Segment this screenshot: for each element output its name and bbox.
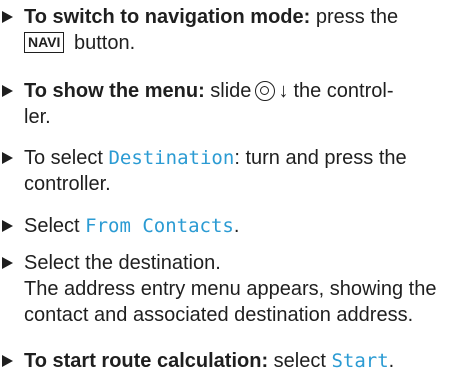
triangle-bullet-icon	[2, 85, 13, 97]
triangle-bullet-icon	[2, 220, 13, 232]
menu-item-from-contacts: From Contacts	[85, 215, 234, 237]
triangle-bullet-icon	[2, 355, 13, 367]
menu-item-destination: Destination	[108, 147, 235, 169]
instruction-list: To switch to navigation mode: press the N…	[0, 0, 468, 386]
step-text: To switch to navigation mode: press the N…	[24, 6, 399, 54]
navi-key: NAVI	[24, 32, 65, 53]
step-navigation-mode: To switch to navigation mode: press the N…	[0, 4, 462, 56]
slide-down-arrow-icon: ↓	[278, 80, 289, 102]
step-select-destination: To select Destination: turn and press th…	[0, 145, 462, 197]
step-text: To start route calculation: select Start…	[24, 350, 395, 372]
step-show-menu: To show the menu: slide ↓ the control-ler.	[0, 78, 462, 130]
controller-knob-icon	[255, 81, 276, 101]
triangle-bullet-icon	[2, 11, 13, 23]
step-text: Select From Contacts.	[24, 215, 240, 237]
menu-item-start: Start	[331, 350, 389, 372]
step-select-destination-entry: Select the destination. The address entry…	[0, 250, 462, 328]
step-text: Select the destination. The address entry…	[24, 252, 437, 326]
step-start-route: To start route calculation: select Start…	[0, 348, 462, 374]
triangle-bullet-icon	[2, 257, 13, 269]
step-text: To select Destination: turn and press th…	[24, 147, 407, 195]
triangle-bullet-icon	[2, 152, 13, 164]
result-note: The address entry menu appears, showing …	[24, 278, 437, 326]
step-from-contacts: Select From Contacts.	[0, 213, 462, 239]
step-text: To show the menu: slide ↓ the control-ler.	[24, 80, 394, 128]
